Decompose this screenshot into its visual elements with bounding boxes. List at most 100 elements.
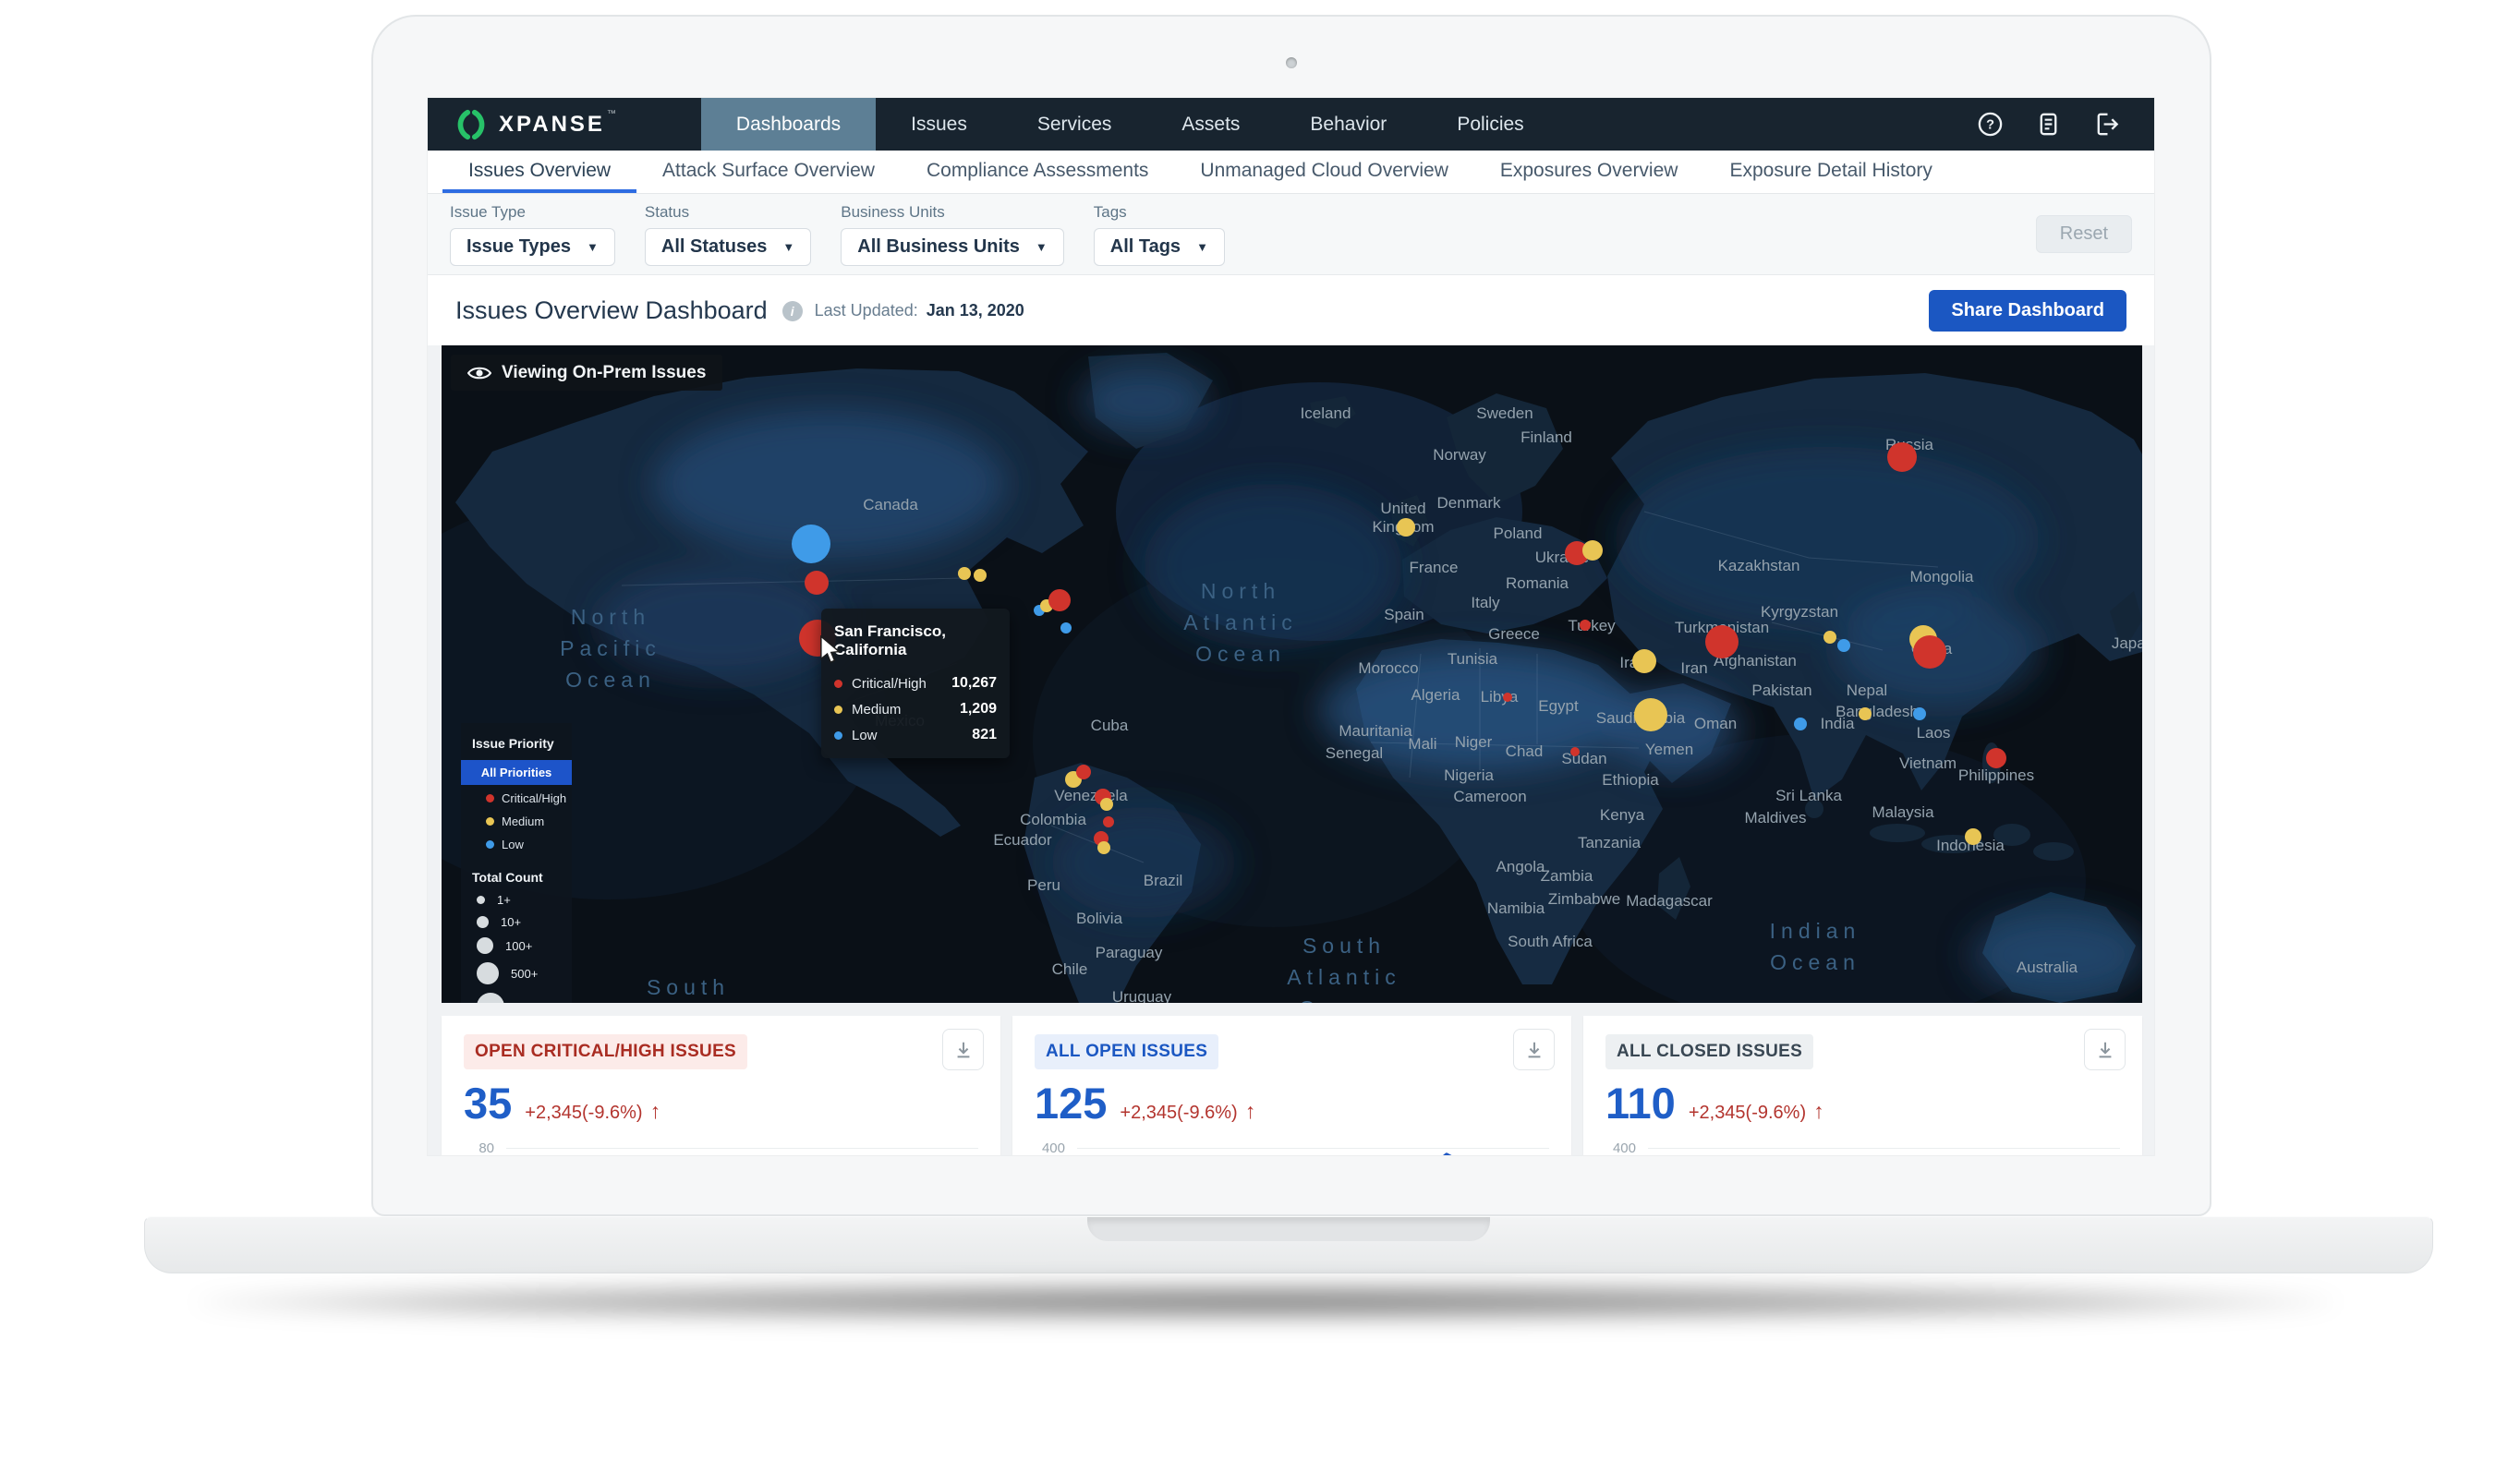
country-label-uruguay: Uruguay — [1112, 988, 1171, 1003]
country-label-colombia: Colombia — [1020, 811, 1086, 829]
issue-marker-red[interactable] — [1986, 748, 2006, 768]
dashboard-content: North Pacific OceanNorth Atlantic OceanS… — [428, 345, 2154, 1155]
nav-item-dashboards[interactable]: Dashboards — [701, 98, 876, 151]
kpi-value: 110 — [1605, 1078, 1676, 1128]
download-icon — [2095, 1040, 2115, 1060]
nav-item-services[interactable]: Services — [1002, 98, 1147, 151]
tab-compliance-assessments[interactable]: Compliance Assessments — [901, 151, 1174, 193]
issue-marker-yellow[interactable] — [1823, 631, 1836, 644]
xpanse-logo[interactable]: XPANSE ™ — [428, 98, 644, 151]
reset-button[interactable]: Reset — [2036, 215, 2132, 253]
issue-marker-blue[interactable] — [1837, 639, 1850, 652]
tab-attack-surface-overview[interactable]: Attack Surface Overview — [636, 151, 901, 193]
legend-count-500: 500+ — [472, 962, 561, 984]
issue-marker-red[interactable] — [1503, 693, 1512, 702]
issue-marker-yellow[interactable] — [1100, 798, 1113, 811]
issue-marker-red[interactable] — [1705, 625, 1739, 658]
help-icon[interactable]: ? — [1976, 110, 2005, 139]
filter-dropdown-status[interactable]: All Statuses▼ — [645, 228, 811, 266]
last-updated-value: Jan 13, 2020 — [927, 301, 1024, 320]
country-label-spain: Spain — [1384, 606, 1424, 624]
issues-world-map[interactable]: North Pacific OceanNorth Atlantic OceanS… — [442, 345, 2142, 1003]
legend-priority-low[interactable]: Low — [472, 833, 561, 856]
issue-marker-yellow[interactable] — [1634, 698, 1667, 731]
filter-dropdown-tags[interactable]: All Tags▼ — [1094, 228, 1225, 266]
issue-marker-red[interactable] — [1048, 589, 1071, 611]
nav-item-assets[interactable]: Assets — [1146, 98, 1275, 151]
country-label-namibia: Namibia — [1487, 899, 1545, 918]
country-label-france: France — [1410, 559, 1459, 577]
download-button[interactable] — [942, 1029, 984, 1070]
info-icon[interactable]: i — [782, 301, 803, 321]
issue-marker-red[interactable] — [1103, 816, 1114, 827]
country-label-nigeria: Nigeria — [1444, 766, 1494, 785]
issue-marker-red[interactable] — [1580, 620, 1591, 631]
share-dashboard-button[interactable]: Share Dashboard — [1929, 290, 2126, 332]
tooltip-value: 821 — [972, 727, 997, 743]
nav-item-behavior[interactable]: Behavior — [1275, 98, 1422, 151]
kpi-value-row: 125+2,345(-9.6%)↑ — [1035, 1078, 1549, 1128]
issue-marker-red[interactable] — [1570, 747, 1580, 756]
tab-unmanaged-cloud-overview[interactable]: Unmanaged Cloud Overview — [1174, 151, 1473, 193]
kpi-delta: +2,345(-9.6%) — [1120, 1103, 1237, 1124]
issue-marker-red[interactable] — [1913, 635, 1946, 669]
country-label-denmark: Denmark — [1437, 494, 1501, 513]
issue-marker-red[interactable] — [1887, 442, 1917, 472]
kpi-value: 125 — [1035, 1078, 1107, 1128]
download-button[interactable] — [1513, 1029, 1555, 1070]
country-label-chile: Chile — [1052, 960, 1088, 979]
download-icon — [1524, 1040, 1545, 1060]
issue-marker-yellow[interactable] — [1397, 518, 1415, 537]
country-label-paraguay: Paraguay — [1096, 944, 1163, 962]
country-label-cameroon: Cameroon — [1453, 788, 1526, 806]
dashboard-tabs: Issues OverviewAttack Surface OverviewCo… — [428, 151, 2154, 194]
tab-issues-overview[interactable]: Issues Overview — [442, 151, 636, 193]
issue-marker-yellow[interactable] — [1632, 649, 1656, 673]
release-notes-icon[interactable] — [2034, 110, 2063, 139]
country-label-sweden: Sweden — [1476, 404, 1533, 423]
chart-grid-row: 80 — [464, 1136, 978, 1156]
viewing-mode-label: Viewing On-Prem Issues — [502, 363, 706, 383]
issue-marker-yellow[interactable] — [1965, 828, 1981, 845]
kpi-sparkline-chart: 400300 — [1605, 1136, 2120, 1156]
issue-marker-blue[interactable] — [1060, 622, 1072, 633]
issue-marker-red[interactable] — [805, 571, 829, 595]
country-label-malaysia: Malaysia — [1872, 803, 1933, 822]
tab-exposures-overview[interactable]: Exposures Overview — [1474, 151, 1704, 193]
chart-tick-label: 400 — [1035, 1140, 1077, 1156]
sign-out-icon[interactable] — [2092, 110, 2121, 139]
issue-marker-yellow[interactable] — [958, 567, 971, 580]
nav-item-issues[interactable]: Issues — [876, 98, 1002, 151]
nav-item-policies[interactable]: Policies — [1422, 98, 1558, 151]
filter-label-tags: Tags — [1094, 203, 1225, 222]
legend-priority-critical-high[interactable]: Critical/High — [472, 787, 561, 810]
chevron-down-icon: ▼ — [587, 240, 599, 254]
legend-count-1000: 1000+ — [472, 993, 561, 1003]
issue-marker-red[interactable] — [1076, 765, 1091, 779]
issue-marker-blue[interactable] — [792, 525, 830, 563]
filter-dropdown-business-units[interactable]: All Business Units▼ — [841, 228, 1063, 266]
filter-group-issue-type: Issue TypeIssue Types▼ — [450, 203, 615, 266]
issue-marker-yellow[interactable] — [1582, 540, 1603, 561]
legend-title: Issue Priority — [472, 736, 561, 751]
laptop-scoop — [1087, 1217, 1490, 1241]
kpi-cards: OPEN CRITICAL/HIGH ISSUES35+2,345(-9.6%)… — [442, 1016, 2142, 1156]
country-label-venezuela: Venezuela — [1054, 787, 1127, 805]
issue-marker-blue[interactable] — [1794, 718, 1807, 730]
legend-all-priorities[interactable]: All Priorities — [461, 760, 572, 785]
issue-marker-blue[interactable] — [1913, 707, 1926, 720]
issue-marker-yellow[interactable] — [974, 569, 987, 582]
legend-priority-medium[interactable]: Medium — [472, 810, 561, 833]
tab-exposure-detail-history[interactable]: Exposure Detail History — [1703, 151, 1957, 193]
issue-marker-yellow[interactable] — [1859, 707, 1872, 720]
filter-dropdown-issue-type[interactable]: Issue Types▼ — [450, 228, 615, 266]
country-label-iceland: Iceland — [1301, 404, 1351, 423]
country-label-oman: Oman — [1694, 715, 1737, 733]
legend-priorities: Critical/HighMediumLow — [472, 787, 561, 856]
nav-menu: DashboardsIssuesServicesAssetsBehaviorPo… — [701, 98, 1559, 151]
issue-marker-yellow[interactable] — [1097, 841, 1110, 854]
country-label-tanzania: Tanzania — [1578, 834, 1641, 852]
download-button[interactable] — [2084, 1029, 2126, 1070]
legend-count-10: 10+ — [472, 915, 561, 929]
brand-trademark: ™ — [607, 109, 616, 119]
